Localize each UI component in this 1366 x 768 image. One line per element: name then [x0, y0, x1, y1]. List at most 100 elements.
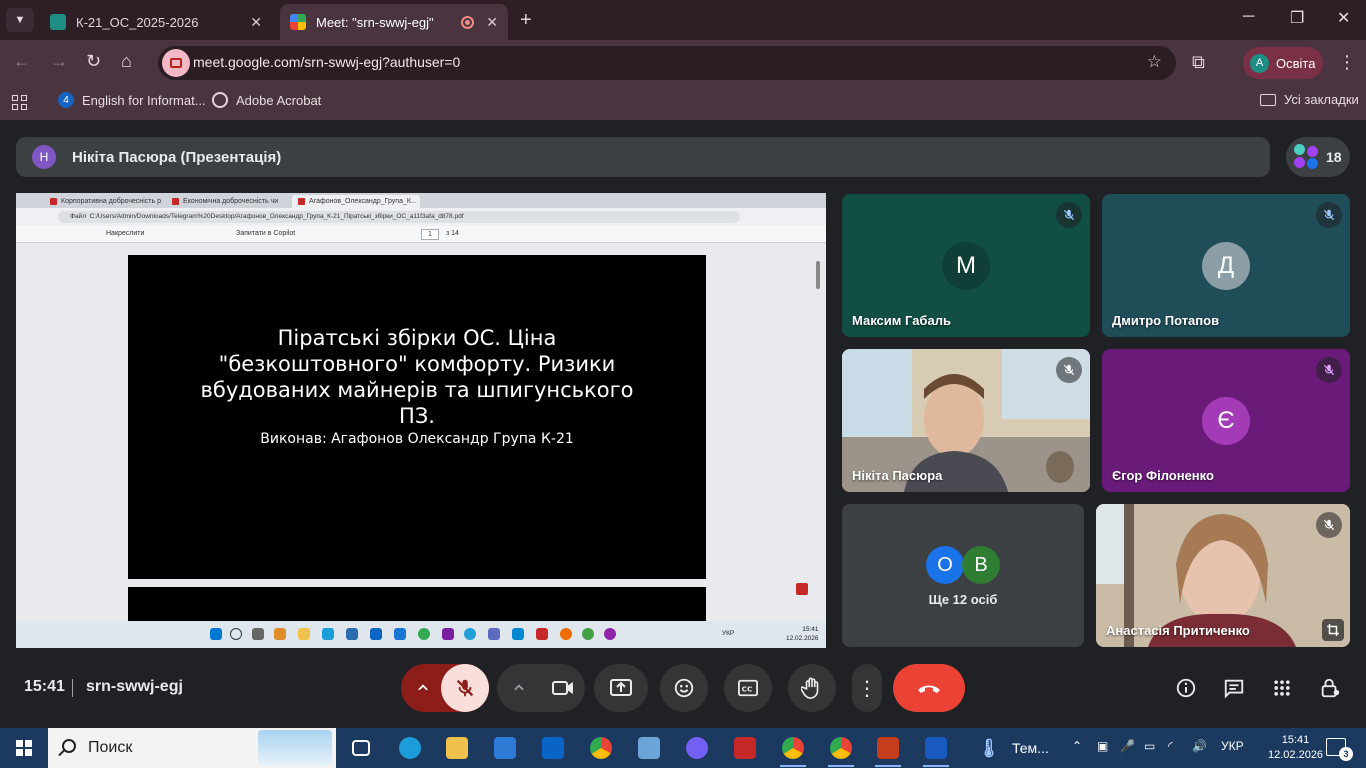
app-icon — [512, 628, 524, 640]
participant-tile[interactable]: М Максим Габаль — [842, 194, 1090, 337]
edge-button[interactable] — [393, 732, 427, 764]
bookmark-acrobat[interactable]: Adobe Acrobat — [212, 92, 321, 108]
participant-tile[interactable]: Є Єгор Філоненко — [1102, 349, 1350, 492]
folder-icon — [298, 628, 310, 640]
participant-tile-video[interactable]: Анастасія Притиченко — [1096, 504, 1350, 647]
taskbar-clock[interactable]: 15:41 12.02.2026 — [1268, 733, 1323, 763]
extensions-icon[interactable]: ⧉ — [1192, 52, 1205, 73]
chrome-button[interactable] — [584, 732, 618, 764]
participant-tile[interactable]: Д Дмитро Потапов — [1102, 194, 1350, 337]
reload-icon[interactable]: ↻ — [86, 51, 101, 72]
camera-toggle-button[interactable] — [541, 664, 585, 712]
browser-tab-strip: ▼ К-21_ОС_2025-2026 ✕ Meet: "srn-swwj-eg… — [0, 0, 1366, 40]
minimize-icon[interactable]: ─ — [1243, 8, 1254, 26]
browser-tab-classroom[interactable]: К-21_ОС_2025-2026 ✕ — [40, 4, 272, 40]
restore-icon[interactable]: ❐ — [1290, 8, 1304, 28]
weather-label[interactable]: Тем... — [1012, 740, 1049, 756]
chevron-down-icon: ▼ — [14, 14, 26, 26]
taskbar-search[interactable]: Поиск — [48, 728, 336, 768]
close-icon[interactable]: ✕ — [250, 14, 262, 31]
chrome-profile-button[interactable] — [776, 732, 810, 767]
url-text[interactable]: meet.google.com/srn-swwj-egj?authuser=0 — [193, 54, 460, 70]
weather-button[interactable]: 🌡 — [972, 732, 1006, 764]
chevron-up-icon[interactable]: ⌃ — [1072, 739, 1082, 753]
reactions-button[interactable] — [660, 664, 708, 712]
home-icon[interactable]: ⌂ — [121, 51, 132, 72]
back-icon[interactable]: ← — [13, 51, 31, 72]
mic-options-button[interactable] — [401, 664, 445, 712]
crop-icon[interactable] — [1322, 619, 1344, 641]
mic-tray-icon[interactable]: 🎤 — [1120, 739, 1135, 753]
profile-button[interactable]: A Освіта — [1243, 47, 1323, 79]
chat-button[interactable] — [1222, 676, 1246, 700]
captions-button[interactable]: CC — [724, 664, 772, 712]
participants-button[interactable]: 18 — [1286, 137, 1350, 177]
mic-off-icon — [1056, 202, 1082, 228]
apps-grid-icon[interactable] — [12, 95, 27, 110]
close-icon[interactable]: ✕ — [486, 14, 498, 31]
chrome-profile-button[interactable] — [824, 732, 858, 767]
participants-count: 18 — [1326, 149, 1342, 165]
browser-tab-meet[interactable]: Meet: "srn-swwj-egj" ✕ — [280, 4, 508, 40]
app-icon — [394, 628, 406, 640]
shared-tab: Економічна доброчесність чи — [166, 195, 288, 208]
svg-text:CC: CC — [742, 685, 753, 694]
shared-lang: УКР — [722, 630, 735, 637]
all-bookmarks-button[interactable]: Усі закладки — [1260, 92, 1359, 107]
raise-hand-button[interactable] — [788, 664, 836, 712]
camera-tray-icon[interactable]: ▣ — [1097, 739, 1108, 753]
wifi-icon[interactable]: ◜ — [1168, 739, 1173, 753]
taskview-button[interactable] — [344, 732, 378, 764]
clock-time: 15:41 — [1281, 734, 1310, 746]
activities-button[interactable] — [1270, 676, 1294, 700]
app-icon — [560, 628, 572, 640]
divider — [72, 679, 73, 697]
forward-icon[interactable]: → — [50, 51, 68, 72]
shared-taskbar: УКР 15:41 12.02.2026 — [16, 621, 826, 648]
star-icon[interactable]: ☆ — [1147, 52, 1162, 72]
store-button[interactable] — [488, 732, 522, 764]
search-highlight-image — [258, 730, 332, 766]
shared-url: Файл C:/Users/Admin/Downloads/Telegram%2… — [58, 211, 740, 223]
chevron-up-icon — [514, 684, 524, 691]
paint-icon — [638, 737, 660, 759]
pdf-copilot-label: Запитати в Copilot — [236, 230, 296, 237]
camera-permission-icon[interactable] — [162, 49, 190, 77]
more-avatars: О В — [926, 546, 1006, 586]
viber-button[interactable] — [680, 732, 714, 764]
powerpoint-button[interactable] — [871, 732, 905, 767]
volume-icon[interactable]: 🔊 — [1192, 739, 1207, 753]
mic-off-icon — [1056, 357, 1082, 383]
language-indicator[interactable]: УКР — [1221, 739, 1244, 753]
battery-icon[interactable]: ▭ — [1144, 739, 1155, 753]
recording-icon — [461, 15, 475, 29]
present-button[interactable] — [594, 664, 648, 712]
acrobat-button[interactable] — [728, 732, 762, 764]
windows-start-icon[interactable] — [16, 740, 32, 756]
more-options-button[interactable]: ⋮ — [852, 664, 882, 712]
new-tab-button[interactable]: + — [520, 9, 532, 32]
videocam-icon — [552, 681, 573, 695]
outlook-button[interactable] — [536, 732, 570, 764]
meeting-time: 15:41 — [24, 678, 65, 695]
participant-name: Дмитро Потапов — [1112, 313, 1220, 328]
tab-search-button[interactable]: ▼ — [6, 8, 34, 32]
app-icon — [488, 628, 500, 640]
notifications-icon[interactable]: 3 — [1326, 738, 1353, 761]
word-button[interactable] — [919, 732, 953, 767]
more-vert-icon[interactable]: ⋮ — [1338, 52, 1356, 73]
leave-call-button[interactable] — [893, 664, 965, 712]
camera-options-button[interactable] — [497, 664, 541, 712]
telegram-icon — [464, 628, 476, 640]
bookmark-english[interactable]: 4 English for Informat... — [58, 92, 206, 108]
host-controls-button[interactable] — [1318, 676, 1342, 700]
acrobat-icon — [796, 583, 808, 595]
participant-tile-video[interactable]: Нікіта Пасюра — [842, 349, 1090, 492]
paint-button[interactable] — [632, 732, 666, 764]
mic-toggle-button[interactable] — [441, 664, 489, 712]
window-close-icon[interactable]: ✕ — [1337, 8, 1350, 28]
more-participants-tile[interactable]: О В Ще 12 осіб — [842, 504, 1084, 647]
address-bar[interactable]: meet.google.com/srn-swwj-egj?authuser=0 … — [158, 46, 1176, 80]
explorer-button[interactable] — [440, 732, 474, 764]
meeting-info-button[interactable] — [1174, 676, 1198, 700]
